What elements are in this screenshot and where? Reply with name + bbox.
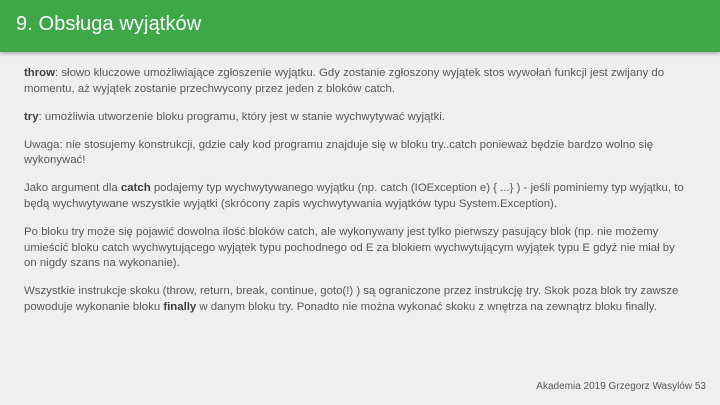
paragraph-catch-order-text: Po bloku try może się pojawić dowolna il…	[24, 226, 675, 270]
paragraph-try: try: umożliwia utworzenie bloku programu…	[24, 110, 688, 126]
slide-body: throw: słowo kluczowe umożliwiające zgło…	[24, 66, 688, 328]
paragraph-catch-pre: Jako argument dla	[24, 182, 121, 195]
paragraph-throw: throw: słowo kluczowe umożliwiające zgło…	[24, 66, 688, 97]
paragraph-note-text: Uwaga: nie stosujemy konstrukcji, gdzie …	[24, 138, 654, 167]
keyword-catch: catch	[120, 182, 151, 195]
paragraph-finally-post: w danym bloku try. Ponadto nie można wyk…	[196, 301, 657, 314]
slide: 9. Obsługa wyjątków throw: słowo kluczow…	[0, 0, 720, 405]
keyword-try: try	[24, 110, 39, 123]
paragraph-note: Uwaga: nie stosujemy konstrukcji, gdzie …	[24, 138, 688, 169]
keyword-finally: finally	[163, 301, 197, 314]
paragraph-try-text: : umożliwia utworzenie bloku programu, k…	[38, 110, 445, 123]
slide-footer: Akademia 2019 Grzegorz Wasylów 53	[536, 381, 706, 392]
paragraph-throw-text: : słowo kluczowe umożliwiające zgłoszeni…	[24, 67, 665, 95]
paragraph-catch-order: Po bloku try może się pojawić dowolna il…	[24, 225, 688, 272]
title-bar: 9. Obsługa wyjątków	[0, 0, 720, 52]
keyword-throw: throw	[24, 67, 56, 79]
paragraph-catch: Jako argument dla catch podajemy typ wyc…	[24, 181, 688, 212]
slide-title: 9. Obsługa wyjątków	[16, 13, 202, 35]
paragraph-finally: Wszystkie instrukcje skoku (throw, retur…	[24, 284, 688, 315]
